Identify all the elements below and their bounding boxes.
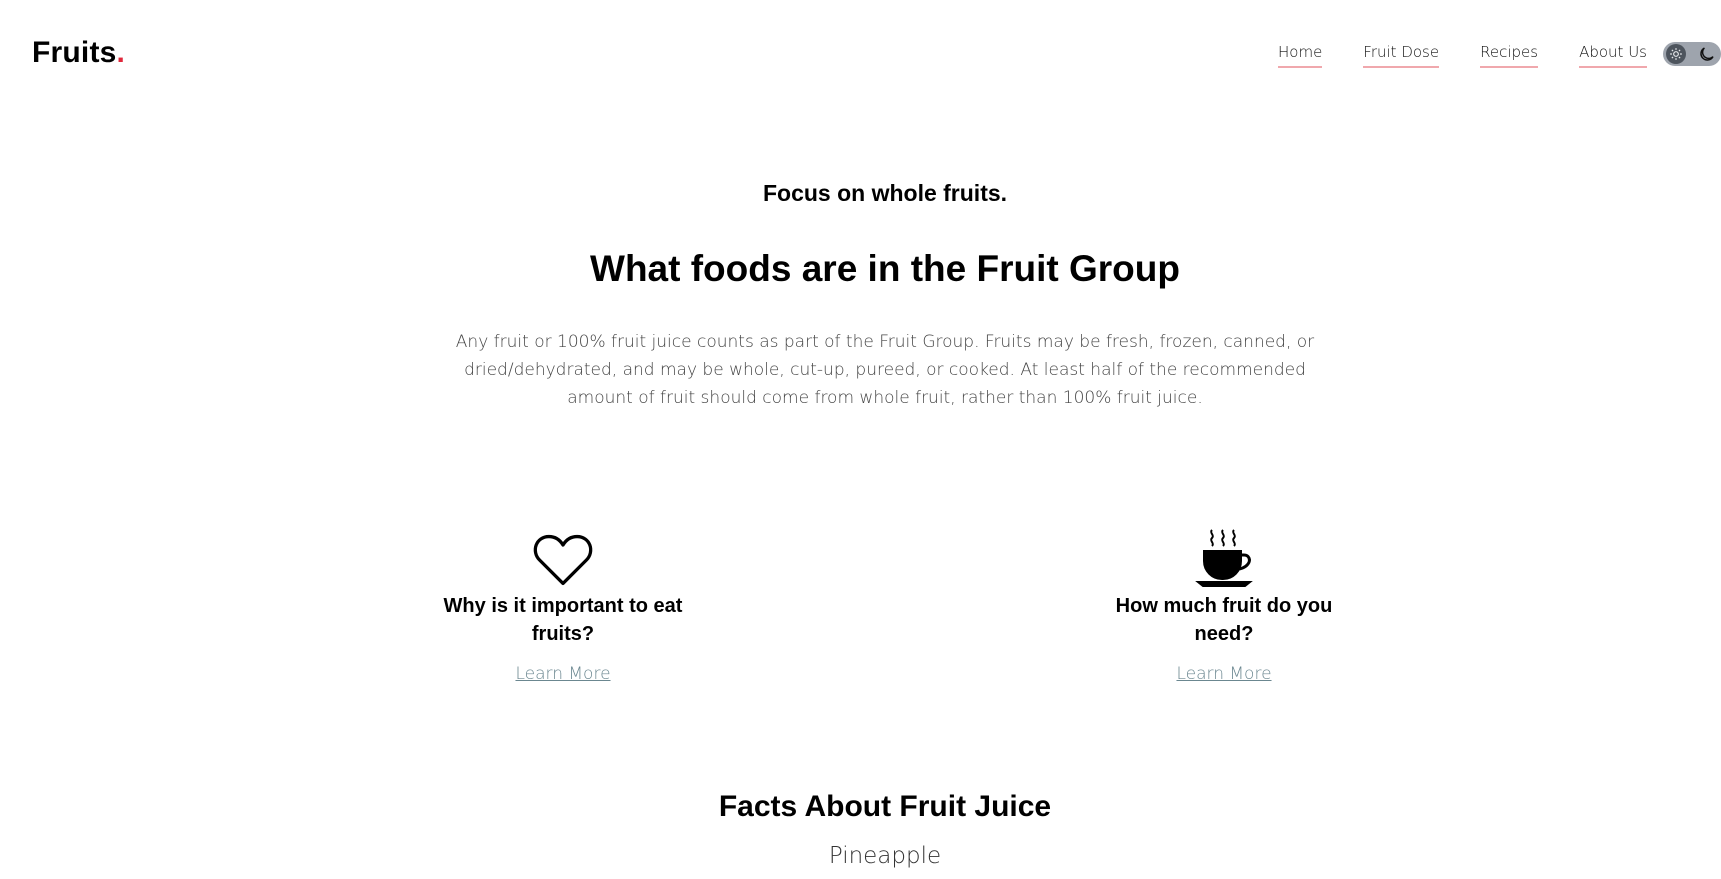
card-heading: How much fruit do you need? — [1115, 595, 1333, 645]
site-header: Fruits. Home Fruit Dose Recipes About Us — [0, 0, 1721, 110]
hero-description: Any fruit or 100% fruit juice counts as … — [455, 332, 1315, 408]
toggle-knob[interactable] — [1666, 44, 1686, 64]
benefits-card: Why is it important to eat fruits? Learn… — [433, 528, 693, 684]
heart-icon — [433, 528, 693, 588]
fruit-amount-card: How much fruit do you need? Learn More — [1094, 528, 1354, 684]
learn-more-link[interactable]: Learn More — [515, 664, 610, 684]
logo-dot: . — [116, 36, 126, 69]
page: Fruits. Home Fruit Dose Recipes About Us… — [0, 0, 1721, 879]
nav-recipes[interactable]: Recipes — [1480, 43, 1539, 68]
nav-about-us[interactable]: About Us — [1579, 43, 1647, 68]
logo-text: Fruits — [32, 36, 117, 69]
moon-icon — [1700, 47, 1714, 61]
sun-icon — [1670, 48, 1682, 60]
facts-subtitle: Pineapple — [828, 843, 942, 869]
card-heading: Why is it important to eat fruits? — [443, 595, 683, 645]
theme-toggle[interactable] — [1663, 42, 1721, 66]
page-title: What foods are in the Fruit Group — [590, 248, 1180, 289]
learn-more-link[interactable]: Learn More — [1176, 664, 1271, 684]
coffee-cup-icon — [1094, 528, 1354, 588]
facts-title: Facts About Fruit Juice — [718, 790, 1052, 823]
main-nav: Home Fruit Dose Recipes About Us — [1278, 43, 1647, 68]
nav-fruit-dose[interactable]: Fruit Dose — [1363, 43, 1440, 68]
nav-home[interactable]: Home — [1278, 43, 1323, 68]
hero-kicker: Focus on whole fruits. — [762, 180, 1008, 206]
logo[interactable]: Fruits. — [32, 36, 125, 70]
